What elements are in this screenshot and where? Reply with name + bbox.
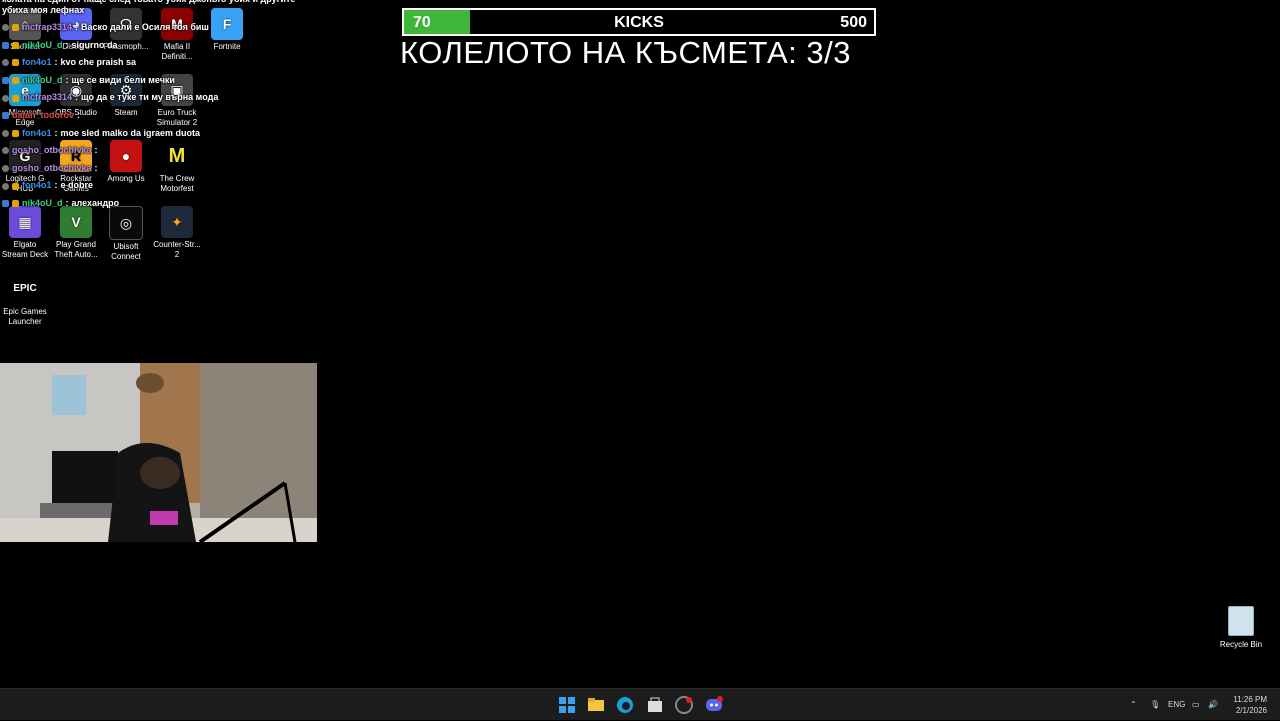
badge-icon <box>2 112 9 120</box>
desktop-icon-label: Counter-Str... 2 <box>153 240 201 259</box>
chat-separator: : <box>54 180 58 191</box>
system-tray: ⌃ 🎙 ENG ▭ 🔊 11:26 PM 2/1/2026 <box>1120 689 1280 721</box>
language-indicator[interactable]: ENG <box>1168 700 1185 709</box>
chat-text: Васко дали е Осиля тоя биш <box>81 22 209 32</box>
chat-text: e dobre <box>60 180 94 191</box>
display-icon[interactable]: ▭ <box>1192 700 1200 709</box>
chat-message: nik4oU_d: ще се види бели мечки <box>2 72 302 90</box>
chat-user: nik4oU_d <box>22 39 63 50</box>
chat-user: nik4oU_d <box>22 197 63 208</box>
obs-taskbar-icon[interactable] <box>674 695 694 715</box>
desktop-icon-elgato[interactable]: ▦ Elgato Stream Deck <box>0 206 50 260</box>
badge-icon <box>12 182 19 190</box>
volume-icon[interactable]: 🔊 <box>1208 700 1218 709</box>
webcam-scene <box>0 363 317 542</box>
badge-icon <box>2 147 9 155</box>
desktop-icon-counter-strike[interactable]: ✦ Counter-Str... 2 <box>152 206 202 260</box>
desktop-icon-gta[interactable]: V Play Grand Theft Auto... <box>51 206 101 260</box>
chat-message: nik4oU_d: алехандро <box>2 195 302 213</box>
clock-time: 11:26 PM <box>1233 695 1267 704</box>
badge-icon <box>2 129 9 137</box>
kicks-progress-bar: 70 KICKS 500 <box>402 8 876 36</box>
chat-user: mcfrap3314 <box>22 22 73 32</box>
desktop-icon-ubisoft[interactable]: ◎ Ubisoft Connect <box>101 206 151 262</box>
chat-text: sigurno da <box>71 39 118 50</box>
desktop-icon-label: Epic Games Launcher <box>3 307 47 326</box>
badge-icon <box>12 24 19 32</box>
chat-user: gosho_otbochivka <box>12 145 92 156</box>
kicks-title: KICKS <box>614 14 664 31</box>
desktop-icon-label: Ubisoft Connect <box>111 242 141 261</box>
chat-separator: : <box>77 109 81 120</box>
chat-user: gosho_otbochivka <box>12 162 92 173</box>
chat-message: mcfrap3314: Васко дали е Осиля тоя биш <box>2 19 302 37</box>
kicks-goal-value: 500 <box>840 14 867 31</box>
chat-separator: : <box>54 127 58 138</box>
chat-message: gosho_otbochivka: <box>2 142 302 160</box>
badge-icon <box>12 41 19 49</box>
chevron-up-icon[interactable]: ⌃ <box>1130 700 1137 709</box>
chat-user: nik4oU_d <box>22 74 63 85</box>
chat-text: колата на един от наще след товато убих … <box>2 0 295 15</box>
recycle-bin-label: Recycle Bin <box>1219 640 1263 649</box>
webcam-feed <box>0 363 317 542</box>
discord-taskbar-icon[interactable] <box>704 695 724 715</box>
chat-text: що да е туке ти му върна мода <box>81 92 219 103</box>
badge-icon <box>2 182 9 190</box>
badge-icon <box>12 77 19 85</box>
chat-user: mcfrap3314 <box>22 92 73 103</box>
wheel-of-fortune-title: КОЛЕЛОТО НА КЪСМЕТА: 3/3 <box>400 35 851 70</box>
chat-overlay: колата на един от наще след товато убих … <box>2 0 302 213</box>
chat-separator: : <box>94 162 98 173</box>
badge-icon <box>12 94 19 102</box>
badge-icon <box>2 200 9 208</box>
chat-user: fon4o1 <box>22 57 52 68</box>
chat-separator: : <box>75 22 79 32</box>
chat-separator: : <box>54 57 58 68</box>
chat-separator: : <box>65 39 69 50</box>
start-icon[interactable] <box>557 695 577 715</box>
chat-user: dajan_todorov <box>12 109 75 120</box>
chat-text: moe sled malko da igraem duota <box>60 127 201 138</box>
badge-icon <box>2 24 9 32</box>
chat-separator: : <box>65 74 69 85</box>
chat-separator: : <box>65 197 69 208</box>
chat-user: fon4o1 <box>22 180 52 191</box>
epic-games-icon: EPIC <box>9 273 41 305</box>
chat-message: fon4o1: moe sled malko da igraem duota <box>2 125 302 143</box>
badge-icon <box>12 59 19 67</box>
store-icon[interactable] <box>645 695 665 715</box>
chat-user: fon4o1 <box>22 127 52 138</box>
desktop-icon-label: Play Grand Theft Auto... <box>54 240 98 259</box>
badge-icon <box>2 77 9 85</box>
chat-message: nik4oU_d: sigurno da <box>2 37 302 55</box>
edge-taskbar-icon[interactable] <box>615 695 635 715</box>
microphone-icon[interactable]: 🎙 <box>1150 700 1160 709</box>
badge-icon <box>2 165 9 173</box>
clock[interactable]: 11:26 PM 2/1/2026 <box>1233 694 1267 716</box>
file-explorer-icon[interactable] <box>586 695 606 715</box>
chat-message: dajan_todorov: <box>2 107 302 125</box>
chat-separator: : <box>94 145 98 156</box>
recycle-bin-icon <box>1228 606 1254 636</box>
chat-text: алехандро <box>71 197 120 208</box>
badge-icon <box>2 94 9 102</box>
chat-separator: : <box>75 92 79 103</box>
desktop-icon-label: Elgato Stream Deck <box>1 240 49 259</box>
badge-icon <box>2 59 9 67</box>
chat-message: mcfrap3314: що да е туке ти му върна мод… <box>2 89 302 107</box>
chat-message: колата на един от наще след товато убих … <box>2 0 302 16</box>
chat-text: kvo che praish sa <box>60 57 137 68</box>
desktop-icon-epic-games[interactable]: EPIC Epic Games Launcher <box>0 273 50 327</box>
chat-text: ще се види бели мечки <box>71 74 175 85</box>
chat-message: fon4o1: e dobre <box>2 177 302 195</box>
badge-icon <box>2 41 9 49</box>
chat-message: gosho_otbochivka: <box>2 160 302 178</box>
clock-date: 2/1/2026 <box>1235 706 1267 715</box>
badge-icon <box>12 200 19 208</box>
chat-message: fon4o1: kvo che praish sa <box>2 54 302 72</box>
taskbar: ⌃ 🎙 ENG ▭ 🔊 11:26 PM 2/1/2026 <box>0 688 1280 720</box>
recycle-bin[interactable]: Recycle Bin <box>1216 606 1266 649</box>
badge-icon <box>12 129 19 137</box>
